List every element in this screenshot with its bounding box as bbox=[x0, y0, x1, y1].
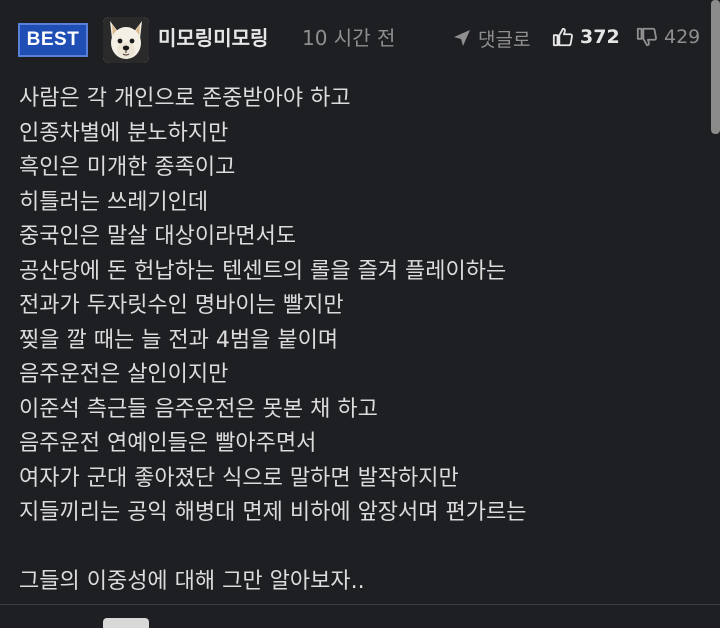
comment-line: 히틀러는 쓰레기인데 bbox=[19, 189, 209, 215]
comment-line: 흑인은 미개한 종족이고 bbox=[19, 155, 236, 180]
dog-avatar-icon bbox=[103, 17, 149, 63]
comment-body: 사람은 각 개인으로 존중받아야 하고 인종차별에 분노하지만 흑인은 미개한 … bbox=[19, 82, 699, 600]
thumbs-down-icon bbox=[636, 27, 657, 47]
scrollbar-thumb[interactable] bbox=[711, 0, 720, 134]
comment-line: 공산당에 돈 헌납하는 텐센트의 롤을 즐겨 플레이하는 bbox=[19, 258, 507, 284]
reply-arrow-icon bbox=[454, 30, 470, 46]
comment-line: 여자가 군대 좋아졌단 식으로 말하면 발작하지만 bbox=[19, 465, 459, 491]
comment-line: 전과가 두자릿수인 명바이는 빨지만 bbox=[19, 293, 344, 318]
comment-header: BEST 미모링미모링 10 시간 전 댓글로 372 429 bbox=[0, 14, 710, 63]
comment-line: 지들끼리는 공익 해병대 면제 비하에 앞장서며 편가르는 bbox=[19, 500, 527, 525]
comment-line: 이준석 측근들 음주운전은 못본 채 하고 bbox=[19, 396, 378, 422]
comment-line: 인종차별에 분노하지만 bbox=[19, 120, 229, 146]
dislike-count: 429 bbox=[664, 26, 701, 48]
like-button[interactable]: 372 bbox=[552, 22, 620, 52]
comment-line: 중국인은 말살 대상이라면서도 bbox=[19, 224, 297, 249]
comment-line: 음주운전은 살인이지만 bbox=[19, 362, 229, 387]
comment-line: 사람은 각 개인으로 존중받아야 하고 bbox=[19, 86, 351, 111]
comment-closing-line: 그들의 이중성에 대해 그만 알아보자.. bbox=[19, 569, 365, 594]
reply-button[interactable]: 댓글로 bbox=[452, 23, 530, 53]
comment-divider bbox=[0, 604, 720, 605]
dislike-button[interactable]: 429 bbox=[636, 22, 700, 52]
reply-label: 댓글로 bbox=[478, 28, 531, 51]
username[interactable]: 미모링미모링 bbox=[158, 24, 268, 52]
next-comment-avatar[interactable] bbox=[103, 618, 149, 628]
comment-card: BEST 미모링미모링 10 시간 전 댓글로 372 429 사람은 각 개인… bbox=[0, 0, 720, 628]
comment-time: 10 시간 전 bbox=[302, 26, 396, 50]
user-avatar[interactable] bbox=[103, 17, 149, 63]
like-count: 372 bbox=[580, 26, 620, 48]
comment-line: 음주운전 연예인들은 빨아주면서 bbox=[19, 431, 317, 456]
best-badge: BEST bbox=[18, 23, 88, 57]
thumbs-up-icon bbox=[552, 27, 573, 47]
comment-line: 찢을 깔 때는 늘 전과 4범을 붙이며 bbox=[19, 327, 339, 353]
